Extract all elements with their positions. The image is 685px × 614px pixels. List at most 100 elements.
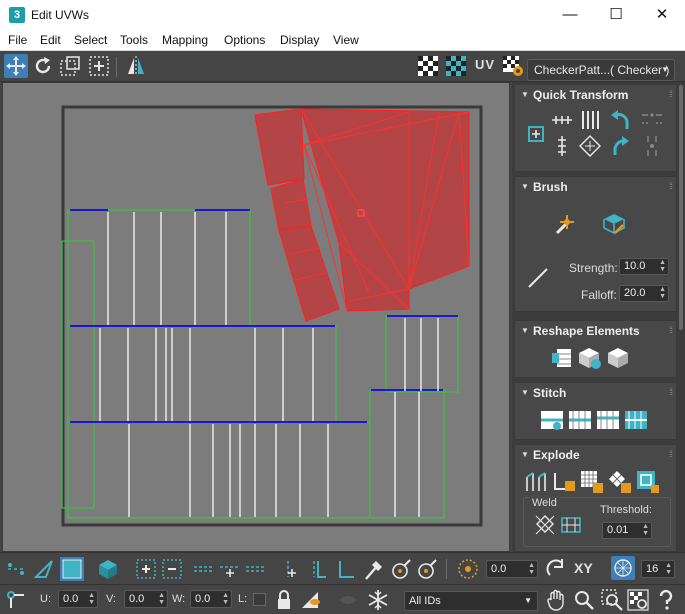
freeze-icon[interactable] — [366, 588, 390, 612]
xy-toggle[interactable]: XY — [574, 560, 593, 576]
rotate-90-icon[interactable] — [544, 557, 568, 581]
quick-transform-title[interactable]: Quick Transform — [533, 88, 628, 102]
uv-editor-viewport[interactable] — [2, 82, 510, 552]
detach-edge-icon[interactable] — [551, 469, 577, 495]
rotate-icon[interactable] — [31, 54, 55, 78]
space-horizontal-icon[interactable] — [577, 107, 603, 133]
paint-grow-icon[interactable] — [388, 557, 412, 581]
space-vertical-icon[interactable] — [577, 133, 603, 159]
maximize-button[interactable]: ☐ — [593, 0, 639, 30]
edge-select-icon[interactable] — [32, 557, 56, 581]
spinner-arrows-icon[interactable]: ▲ ▼ — [158, 592, 165, 606]
loop-shrink-icon[interactable] — [218, 557, 242, 581]
grid-size-spinner[interactable]: 16 ▲ ▼ — [641, 560, 675, 578]
hide-selected-icon[interactable] — [298, 588, 322, 612]
weld-target-icon[interactable] — [558, 512, 584, 538]
u-coordinate-field[interactable]: 0.0 ▲ ▼ — [58, 590, 98, 608]
pivot-options-icon[interactable] — [639, 107, 665, 133]
collapse-arrow-icon[interactable]: ▼ — [521, 90, 529, 99]
align-center-icon[interactable] — [523, 121, 549, 147]
menu-select[interactable]: Select — [74, 33, 107, 47]
edge-loop-icon[interactable] — [334, 557, 358, 581]
relax-icon[interactable] — [605, 345, 631, 371]
loop-grow-icon[interactable] — [192, 557, 216, 581]
mirror-icon[interactable] — [124, 54, 148, 78]
stitch-average-icon[interactable] — [567, 407, 593, 433]
collapse-arrow-icon[interactable]: ▼ — [521, 326, 529, 335]
menu-view[interactable]: View — [333, 33, 359, 47]
menu-options[interactable]: Options — [224, 33, 265, 47]
scale-icon[interactable] — [58, 54, 82, 78]
paint-move-brush-icon[interactable] — [553, 211, 579, 237]
zoom-icon[interactable] — [572, 588, 596, 612]
menu-display[interactable]: Display — [280, 33, 319, 47]
flatten-by-smoothing-icon[interactable] — [607, 469, 633, 495]
align-vertical-icon[interactable] — [549, 133, 575, 159]
stitch-custom-icon[interactable] — [623, 407, 649, 433]
collapse-arrow-icon[interactable]: ▼ — [521, 182, 529, 191]
drag-handle-icon[interactable]: ⁞⁞ — [669, 325, 673, 335]
stitch-to-source-icon[interactable] — [595, 407, 621, 433]
zoom-extents-icon[interactable] — [626, 588, 650, 612]
pan-hand-icon[interactable] — [544, 588, 568, 612]
falloff-spinner[interactable]: 20.0 ▲ ▼ — [619, 285, 669, 302]
show-map-icon[interactable] — [444, 54, 468, 78]
minimize-button[interactable]: — — [547, 0, 593, 30]
spinner-arrows-icon[interactable]: ▲ ▼ — [528, 562, 535, 576]
absolute-offset-icon[interactable] — [4, 588, 28, 612]
grow-selection-icon[interactable] — [134, 557, 158, 581]
relax-until-flat-icon[interactable] — [577, 345, 603, 371]
spinner-arrows-icon[interactable]: ▲ ▼ — [659, 286, 666, 300]
stitch-to-target-icon[interactable] — [539, 407, 565, 433]
uv-canvas[interactable] — [3, 83, 510, 552]
panel-scrollbar[interactable] — [679, 85, 683, 330]
zoom-region-icon[interactable] — [600, 588, 624, 612]
relax-brush-icon[interactable] — [601, 211, 627, 237]
paint-shrink-icon[interactable] — [414, 557, 438, 581]
polygon-select-icon[interactable] — [60, 557, 84, 581]
straighten-icon[interactable] — [549, 345, 575, 371]
menu-edit[interactable]: Edit — [40, 33, 61, 47]
drag-handle-icon[interactable]: ⁞⁞ — [669, 181, 673, 191]
snap-grid-icon[interactable] — [611, 556, 635, 580]
menu-mapping[interactable]: Mapping — [162, 33, 208, 47]
spinner-arrows-icon[interactable]: ▲ ▼ — [222, 592, 229, 606]
break-icon[interactable] — [523, 469, 549, 495]
collapse-arrow-icon[interactable]: ▼ — [521, 388, 529, 397]
weld-selected-icon[interactable] — [532, 512, 558, 538]
stitch-title[interactable]: Stitch — [533, 386, 566, 400]
move-icon[interactable] — [4, 54, 28, 78]
soft-selection-icon[interactable] — [456, 557, 480, 581]
explode-title[interactable]: Explode — [533, 448, 580, 462]
menu-tools[interactable]: Tools — [120, 33, 148, 47]
freeform-icon[interactable] — [87, 54, 111, 78]
id-filter-dropdown[interactable]: All IDs ▼ — [404, 591, 538, 611]
spinner-arrows-icon[interactable]: ▲ ▼ — [659, 259, 666, 273]
lock-checkbox[interactable] — [253, 593, 266, 606]
strength-spinner[interactable]: 10.0 ▲ ▼ — [619, 258, 669, 275]
spinner-arrows-icon[interactable]: ▲ ▼ — [88, 592, 95, 606]
align-horizontal-icon[interactable] — [549, 107, 575, 133]
spinner-arrows-icon[interactable]: ▲ ▼ — [665, 562, 672, 576]
menu-file[interactable]: File — [8, 33, 27, 47]
pivot-vertical-icon[interactable] — [639, 133, 665, 159]
vertex-select-icon[interactable] — [4, 557, 28, 581]
help-icon[interactable] — [654, 588, 678, 612]
brush-title[interactable]: Brush — [533, 180, 568, 194]
drag-handle-icon[interactable]: ⁞⁞ — [669, 387, 673, 397]
rotation-angle-spinner[interactable]: 0.0 ▲ ▼ — [486, 560, 538, 578]
drag-handle-icon[interactable]: ⁞⁞ — [669, 89, 673, 99]
ring-select-icon[interactable] — [306, 557, 330, 581]
reshape-elements-title[interactable]: Reshape Elements — [533, 324, 640, 338]
rotate-cw-icon[interactable] — [607, 133, 633, 159]
checker-pattern-icon[interactable] — [416, 54, 440, 78]
v-coordinate-field[interactable]: 0.0 ▲ ▼ — [124, 590, 168, 608]
spinner-arrows-icon[interactable]: ▲ ▼ — [642, 523, 649, 537]
close-button[interactable]: ✕ — [639, 0, 685, 30]
element-select-icon[interactable] — [96, 557, 120, 581]
ring-shrink-icon[interactable] — [280, 557, 304, 581]
lock-icon[interactable] — [272, 588, 296, 612]
threshold-spinner[interactable]: 0.01 ▲ ▼ — [602, 522, 652, 539]
show-all-icon[interactable] — [336, 588, 360, 612]
collapse-arrow-icon[interactable]: ▼ — [521, 450, 529, 459]
